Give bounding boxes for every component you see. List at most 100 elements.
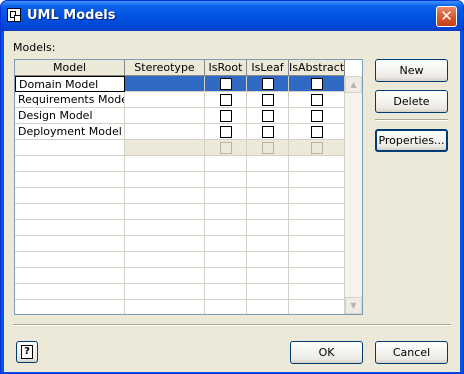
column-header-stereotype[interactable]: Stereotype — [125, 60, 205, 76]
flag-cell[interactable] — [247, 92, 289, 108]
isabstract-checkbox[interactable] — [311, 142, 323, 154]
ok-button[interactable]: OK — [290, 341, 363, 364]
empty-cell — [289, 220, 345, 236]
empty-cell — [247, 236, 289, 252]
flag-cell[interactable] — [247, 76, 289, 92]
help-button[interactable]: ? — [16, 341, 38, 363]
isleaf-checkbox[interactable] — [262, 78, 274, 90]
model-name-cell[interactable]: Deployment Model — [15, 124, 125, 140]
models-grid[interactable]: Model Stereotype IsRoot IsLeaf IsAbstrac… — [14, 59, 363, 315]
empty-cell — [15, 300, 125, 314]
window-title: UML Models — [27, 8, 116, 23]
empty-cell — [125, 204, 205, 220]
uml-models-dialog: UML Models ✕ Models: Model Stereotype Is… — [0, 0, 464, 374]
empty-cell — [125, 252, 205, 268]
isabstract-checkbox[interactable] — [311, 78, 323, 90]
empty-cell — [289, 188, 345, 204]
flag-cell[interactable] — [289, 140, 345, 156]
isroot-checkbox[interactable] — [220, 142, 232, 154]
empty-cell — [205, 284, 247, 300]
empty-cell — [125, 188, 205, 204]
stereotype-cell[interactable] — [125, 124, 205, 140]
column-header-model[interactable]: Model — [15, 60, 125, 76]
flag-cell[interactable] — [289, 92, 345, 108]
flag-cell[interactable] — [205, 76, 247, 92]
empty-cell — [15, 252, 125, 268]
flag-cell[interactable] — [205, 140, 247, 156]
model-name-cell[interactable]: Domain Model — [15, 76, 125, 92]
empty-cell — [205, 172, 247, 188]
flag-cell[interactable] — [247, 108, 289, 124]
delete-button[interactable]: Delete — [375, 90, 448, 113]
empty-cell — [205, 188, 247, 204]
empty-cell — [289, 172, 345, 188]
flag-cell[interactable] — [289, 76, 345, 92]
empty-cell — [15, 188, 125, 204]
isroot-checkbox[interactable] — [220, 126, 232, 138]
empty-cell — [205, 268, 247, 284]
isleaf-checkbox[interactable] — [262, 126, 274, 138]
empty-cell — [247, 156, 289, 172]
empty-cell — [125, 220, 205, 236]
cancel-button[interactable]: Cancel — [375, 341, 448, 364]
empty-cell — [247, 284, 289, 300]
isleaf-checkbox[interactable] — [262, 94, 274, 106]
empty-cell — [247, 188, 289, 204]
grid-vertical-scrollbar[interactable]: ▲ ▼ — [345, 76, 362, 314]
model-name-cell[interactable]: Design Model — [15, 108, 125, 124]
stereotype-cell[interactable] — [125, 76, 205, 92]
empty-cell — [15, 220, 125, 236]
empty-cell — [289, 204, 345, 220]
flag-cell[interactable] — [247, 140, 289, 156]
flag-cell[interactable] — [205, 108, 247, 124]
empty-cell — [205, 300, 247, 314]
empty-cell — [125, 156, 205, 172]
scroll-down-icon[interactable]: ▼ — [345, 297, 362, 314]
isabstract-checkbox[interactable] — [311, 126, 323, 138]
column-header-isroot[interactable]: IsRoot — [205, 60, 247, 76]
flag-cell[interactable] — [289, 124, 345, 140]
column-header-isabstract[interactable]: IsAbstract — [289, 60, 345, 76]
flag-cell[interactable] — [247, 124, 289, 140]
empty-cell[interactable] — [15, 140, 125, 156]
stereotype-cell[interactable] — [125, 108, 205, 124]
isroot-checkbox[interactable] — [220, 78, 232, 90]
empty-cell[interactable] — [125, 140, 205, 156]
dialog-body: Models: Model Stereotype IsRoot IsLeaf I… — [4, 31, 460, 372]
footer-separator — [13, 324, 451, 326]
scroll-up-icon[interactable]: ▲ — [345, 76, 362, 93]
title-bar[interactable]: UML Models ✕ — [1, 1, 463, 31]
button-separator — [375, 119, 448, 121]
isroot-checkbox[interactable] — [220, 94, 232, 106]
column-header-isleaf[interactable]: IsLeaf — [247, 60, 289, 76]
isleaf-checkbox[interactable] — [262, 110, 274, 122]
empty-cell — [205, 204, 247, 220]
isabstract-checkbox[interactable] — [311, 94, 323, 106]
stereotype-cell[interactable] — [125, 92, 205, 108]
properties-button[interactable]: Properties... — [375, 129, 448, 152]
empty-cell — [247, 268, 289, 284]
isabstract-checkbox[interactable] — [311, 110, 323, 122]
empty-cell — [125, 268, 205, 284]
empty-cell — [289, 252, 345, 268]
empty-cell — [15, 204, 125, 220]
flag-cell[interactable] — [289, 108, 345, 124]
empty-cell — [289, 300, 345, 314]
isleaf-checkbox[interactable] — [262, 142, 274, 154]
flag-cell[interactable] — [205, 92, 247, 108]
empty-cell — [15, 236, 125, 252]
flag-cell[interactable] — [205, 124, 247, 140]
new-button[interactable]: New — [375, 59, 448, 82]
model-name-cell[interactable]: Requirements Model — [15, 92, 125, 108]
empty-cell — [289, 268, 345, 284]
empty-cell — [205, 252, 247, 268]
close-button[interactable]: ✕ — [436, 6, 457, 27]
empty-cell — [15, 156, 125, 172]
isroot-checkbox[interactable] — [220, 110, 232, 122]
models-label: Models: — [13, 41, 56, 54]
empty-cell — [247, 220, 289, 236]
empty-cell — [125, 236, 205, 252]
empty-cell — [247, 172, 289, 188]
empty-cell — [205, 156, 247, 172]
empty-cell — [289, 284, 345, 300]
